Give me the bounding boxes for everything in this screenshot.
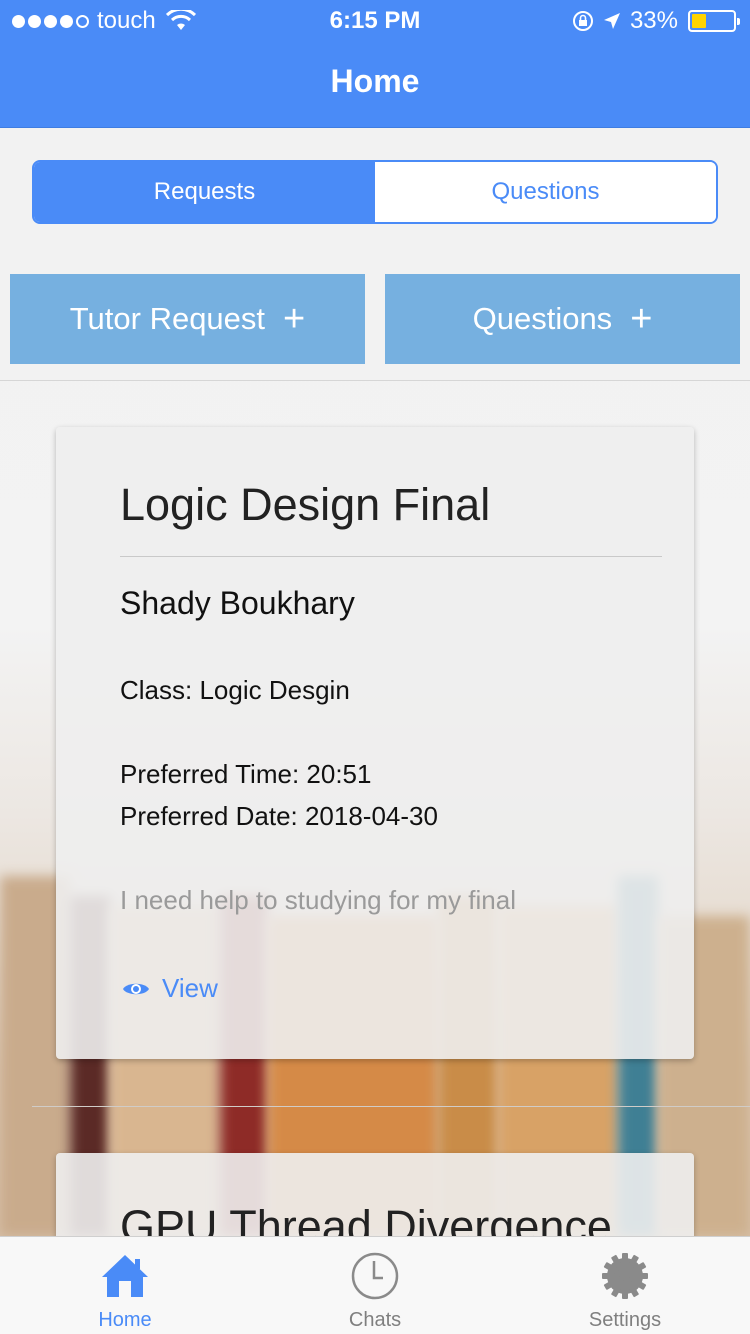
segment-questions[interactable]: Questions [375,162,716,222]
tab-home[interactable]: Home [0,1237,250,1334]
card-student-name: Shady Boukhary [120,585,355,621]
card-title: Logic Design Final [120,479,491,530]
divider [0,380,750,381]
card-preferred-date: Preferred Date: 2018-04-30 [120,801,438,831]
page-title: Home [330,63,420,99]
tab-chats[interactable]: Chats [250,1237,500,1334]
tutor-request-label: Tutor Request [69,301,266,336]
plus-icon: + [630,298,653,340]
view-button[interactable]: View [122,973,218,1004]
card-class: Class: Logic Desgin [120,675,350,705]
view-label: View [162,973,218,1003]
card-description: I need help to studying for my final [120,885,517,915]
battery-percent: 33% [629,7,678,34]
requests-questions-segmented-control: Requests Questions [32,160,718,224]
tutor-request-button[interactable]: Tutor Request + [10,274,365,364]
orientation-lock-icon [572,11,593,31]
home-icon [102,1255,148,1297]
plus-icon: + [283,298,306,340]
card-divider [120,556,662,557]
tab-home-label: Home [98,1309,152,1331]
status-right: 33% [572,7,740,35]
gear-icon [602,1253,648,1299]
status-bar: touch 6:15 PM 33% [0,0,750,40]
tab-settings-label: Settings [588,1309,662,1331]
eye-icon [123,983,149,994]
request-card[interactable]: Logic Design Final Shady Boukhary Class:… [56,427,694,1059]
action-buttons: Tutor Request + Questions + [10,274,740,364]
card-separator [32,1106,750,1107]
questions-button[interactable]: Questions + [385,274,740,364]
tab-settings[interactable]: Settings [500,1237,750,1334]
location-arrow-icon [603,13,620,29]
clock-icon [351,1252,399,1300]
tab-bar: Home Chats Settings [0,1236,750,1334]
questions-label: Questions [472,301,613,336]
segment-requests[interactable]: Requests [34,162,375,222]
battery-icon [688,10,740,32]
tab-chats-label: Chats [348,1309,402,1331]
top-bar: touch 6:15 PM 33% Home [0,0,750,128]
card-preferred-time: Preferred Time: 20:51 [120,759,372,789]
